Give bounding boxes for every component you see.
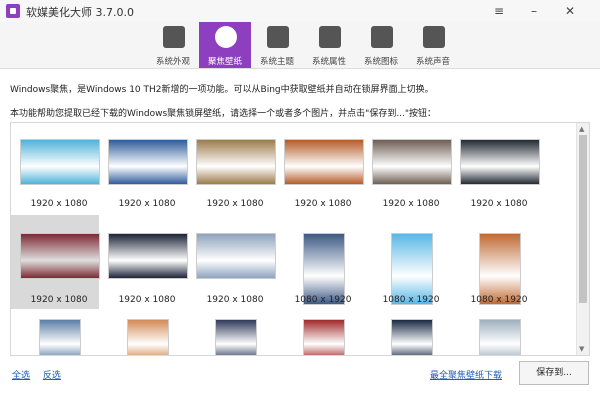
intro-text: Windows聚焦，是Windows 10 TH2新增的一项功能。可以从Bing… bbox=[10, 85, 434, 95]
wallpaper-thumbnail[interactable]: 1080 x 1920 bbox=[283, 233, 363, 305]
wallpaper-gallery[interactable]: 1920 x 1080 1920 x 1080 1920 x 1080 1920 x … bbox=[10, 122, 590, 356]
window-title: 软媒美化大师 3.7.0.0 bbox=[26, 6, 134, 19]
vertical-scrollbar[interactable]: ▲ ▼ bbox=[576, 123, 589, 355]
wallpaper-thumbnail[interactable]: 1920 x 1080 bbox=[283, 139, 364, 209]
wallpaper-thumbnail[interactable] bbox=[19, 319, 99, 355]
title-bar: 软媒美化大师 3.7.0.0 ≡ – ✕ bbox=[0, 0, 600, 22]
close-icon[interactable]: ✕ bbox=[561, 2, 579, 20]
wallpaper-thumbnail[interactable]: 1080 x 1920 bbox=[459, 233, 539, 305]
wallpaper-image bbox=[391, 319, 433, 355]
speaker-icon bbox=[423, 26, 445, 48]
wallpaper-image bbox=[127, 319, 169, 355]
wallpaper-thumbnail[interactable]: 1920 x 1080 bbox=[195, 139, 276, 209]
wallpaper-image bbox=[460, 139, 540, 185]
toolbar: 系统外观 聚焦壁纸 系统主题 系统属性 系统图标 系统声音 bbox=[0, 22, 600, 69]
wallpaper-image bbox=[479, 319, 521, 355]
tool-system-sound[interactable]: 系统声音 bbox=[407, 22, 459, 68]
tool-system-theme[interactable]: 系统主题 bbox=[251, 22, 303, 68]
oem-icon bbox=[319, 26, 341, 48]
tool-system-icons[interactable]: 系统图标 bbox=[355, 22, 407, 68]
resolution-label: 1920 x 1080 bbox=[118, 295, 176, 305]
wallpaper-thumbnail[interactable]: 1920 x 1080 bbox=[195, 233, 276, 305]
t-shirt-icon bbox=[267, 26, 289, 48]
select-all-link[interactable]: 全选 bbox=[12, 371, 30, 381]
menu-icon[interactable]: ≡ bbox=[490, 2, 508, 20]
tool-system-properties[interactable]: 系统属性 bbox=[303, 22, 355, 68]
wallpaper-image bbox=[303, 319, 345, 355]
resolution-label: 1080 x 1920 bbox=[470, 295, 528, 305]
star-icon bbox=[371, 26, 393, 48]
wallpaper-thumbnail[interactable]: 1920 x 1080 bbox=[107, 139, 188, 209]
selection-links: 全选 反选 bbox=[12, 368, 71, 381]
tool-label: 聚焦壁纸 bbox=[207, 57, 242, 67]
camera-lens-icon bbox=[215, 26, 237, 48]
wallpaper-image bbox=[20, 139, 100, 185]
wallpaper-thumbnail[interactable]: 1920 x 1080 bbox=[19, 233, 100, 305]
resolution-label: 1920 x 1080 bbox=[118, 199, 176, 209]
tool-label: 系统图标 bbox=[363, 57, 398, 67]
wallpaper-thumbnail[interactable]: 1920 x 1080 bbox=[19, 139, 100, 209]
wallpaper-image bbox=[108, 233, 188, 279]
tool-label: 系统主题 bbox=[259, 57, 294, 67]
minimize-icon[interactable]: – bbox=[525, 2, 543, 20]
wallpaper-image bbox=[372, 139, 452, 185]
wallpaper-thumbnail[interactable]: 1920 x 1080 bbox=[107, 233, 188, 305]
wallpaper-image bbox=[196, 139, 276, 185]
resolution-label: 1920 x 1080 bbox=[470, 199, 528, 209]
tool-label: 系统外观 bbox=[155, 57, 190, 67]
resolution-label: 1920 x 1080 bbox=[206, 295, 264, 305]
wallpaper-thumbnail[interactable] bbox=[371, 319, 451, 355]
tool-spotlight-wallpaper[interactable]: 聚焦壁纸 bbox=[199, 22, 251, 68]
instruction-text: 本功能帮助您提取已经下载的Windows聚焦锁屏壁纸，请选择一个或者多个图片，并… bbox=[10, 109, 437, 119]
wallpaper-thumbnail[interactable]: 1920 x 1080 bbox=[371, 139, 452, 209]
app-logo-icon bbox=[6, 4, 20, 18]
invert-selection-link[interactable]: 反选 bbox=[43, 371, 61, 381]
resolution-label: 1920 x 1080 bbox=[30, 295, 88, 305]
resolution-label: 1920 x 1080 bbox=[294, 199, 352, 209]
wallpaper-image bbox=[215, 319, 257, 355]
paint-brush-icon bbox=[163, 26, 185, 48]
save-to-button[interactable]: 保存到... bbox=[519, 361, 589, 385]
tool-system-appearance[interactable]: 系统外观 bbox=[147, 22, 199, 68]
scroll-thumb[interactable] bbox=[579, 135, 587, 303]
wallpaper-thumbnail[interactable] bbox=[195, 319, 275, 355]
tool-label: 系统声音 bbox=[415, 57, 450, 67]
scroll-up-icon[interactable]: ▲ bbox=[579, 125, 584, 133]
wallpaper-image bbox=[108, 139, 188, 185]
wallpaper-image bbox=[20, 233, 100, 279]
wallpaper-image bbox=[284, 139, 364, 185]
wallpaper-thumbnail[interactable] bbox=[107, 319, 187, 355]
download-more-link[interactable]: 最全聚焦壁纸下载 bbox=[430, 368, 502, 381]
scroll-down-icon[interactable]: ▼ bbox=[579, 345, 584, 353]
tool-label: 系统属性 bbox=[311, 57, 346, 67]
wallpaper-thumbnail[interactable] bbox=[283, 319, 363, 355]
wallpaper-thumbnail[interactable]: 1080 x 1920 bbox=[371, 233, 451, 305]
wallpaper-thumbnail[interactable] bbox=[459, 319, 539, 355]
wallpaper-thumbnail[interactable]: 1920 x 1080 bbox=[459, 139, 540, 209]
wallpaper-image bbox=[196, 233, 276, 279]
resolution-label: 1080 x 1920 bbox=[382, 295, 440, 305]
resolution-label: 1920 x 1080 bbox=[382, 199, 440, 209]
resolution-label: 1920 x 1080 bbox=[30, 199, 88, 209]
wallpaper-image bbox=[39, 319, 81, 355]
resolution-label: 1920 x 1080 bbox=[206, 199, 264, 209]
resolution-label: 1080 x 1920 bbox=[294, 295, 352, 305]
